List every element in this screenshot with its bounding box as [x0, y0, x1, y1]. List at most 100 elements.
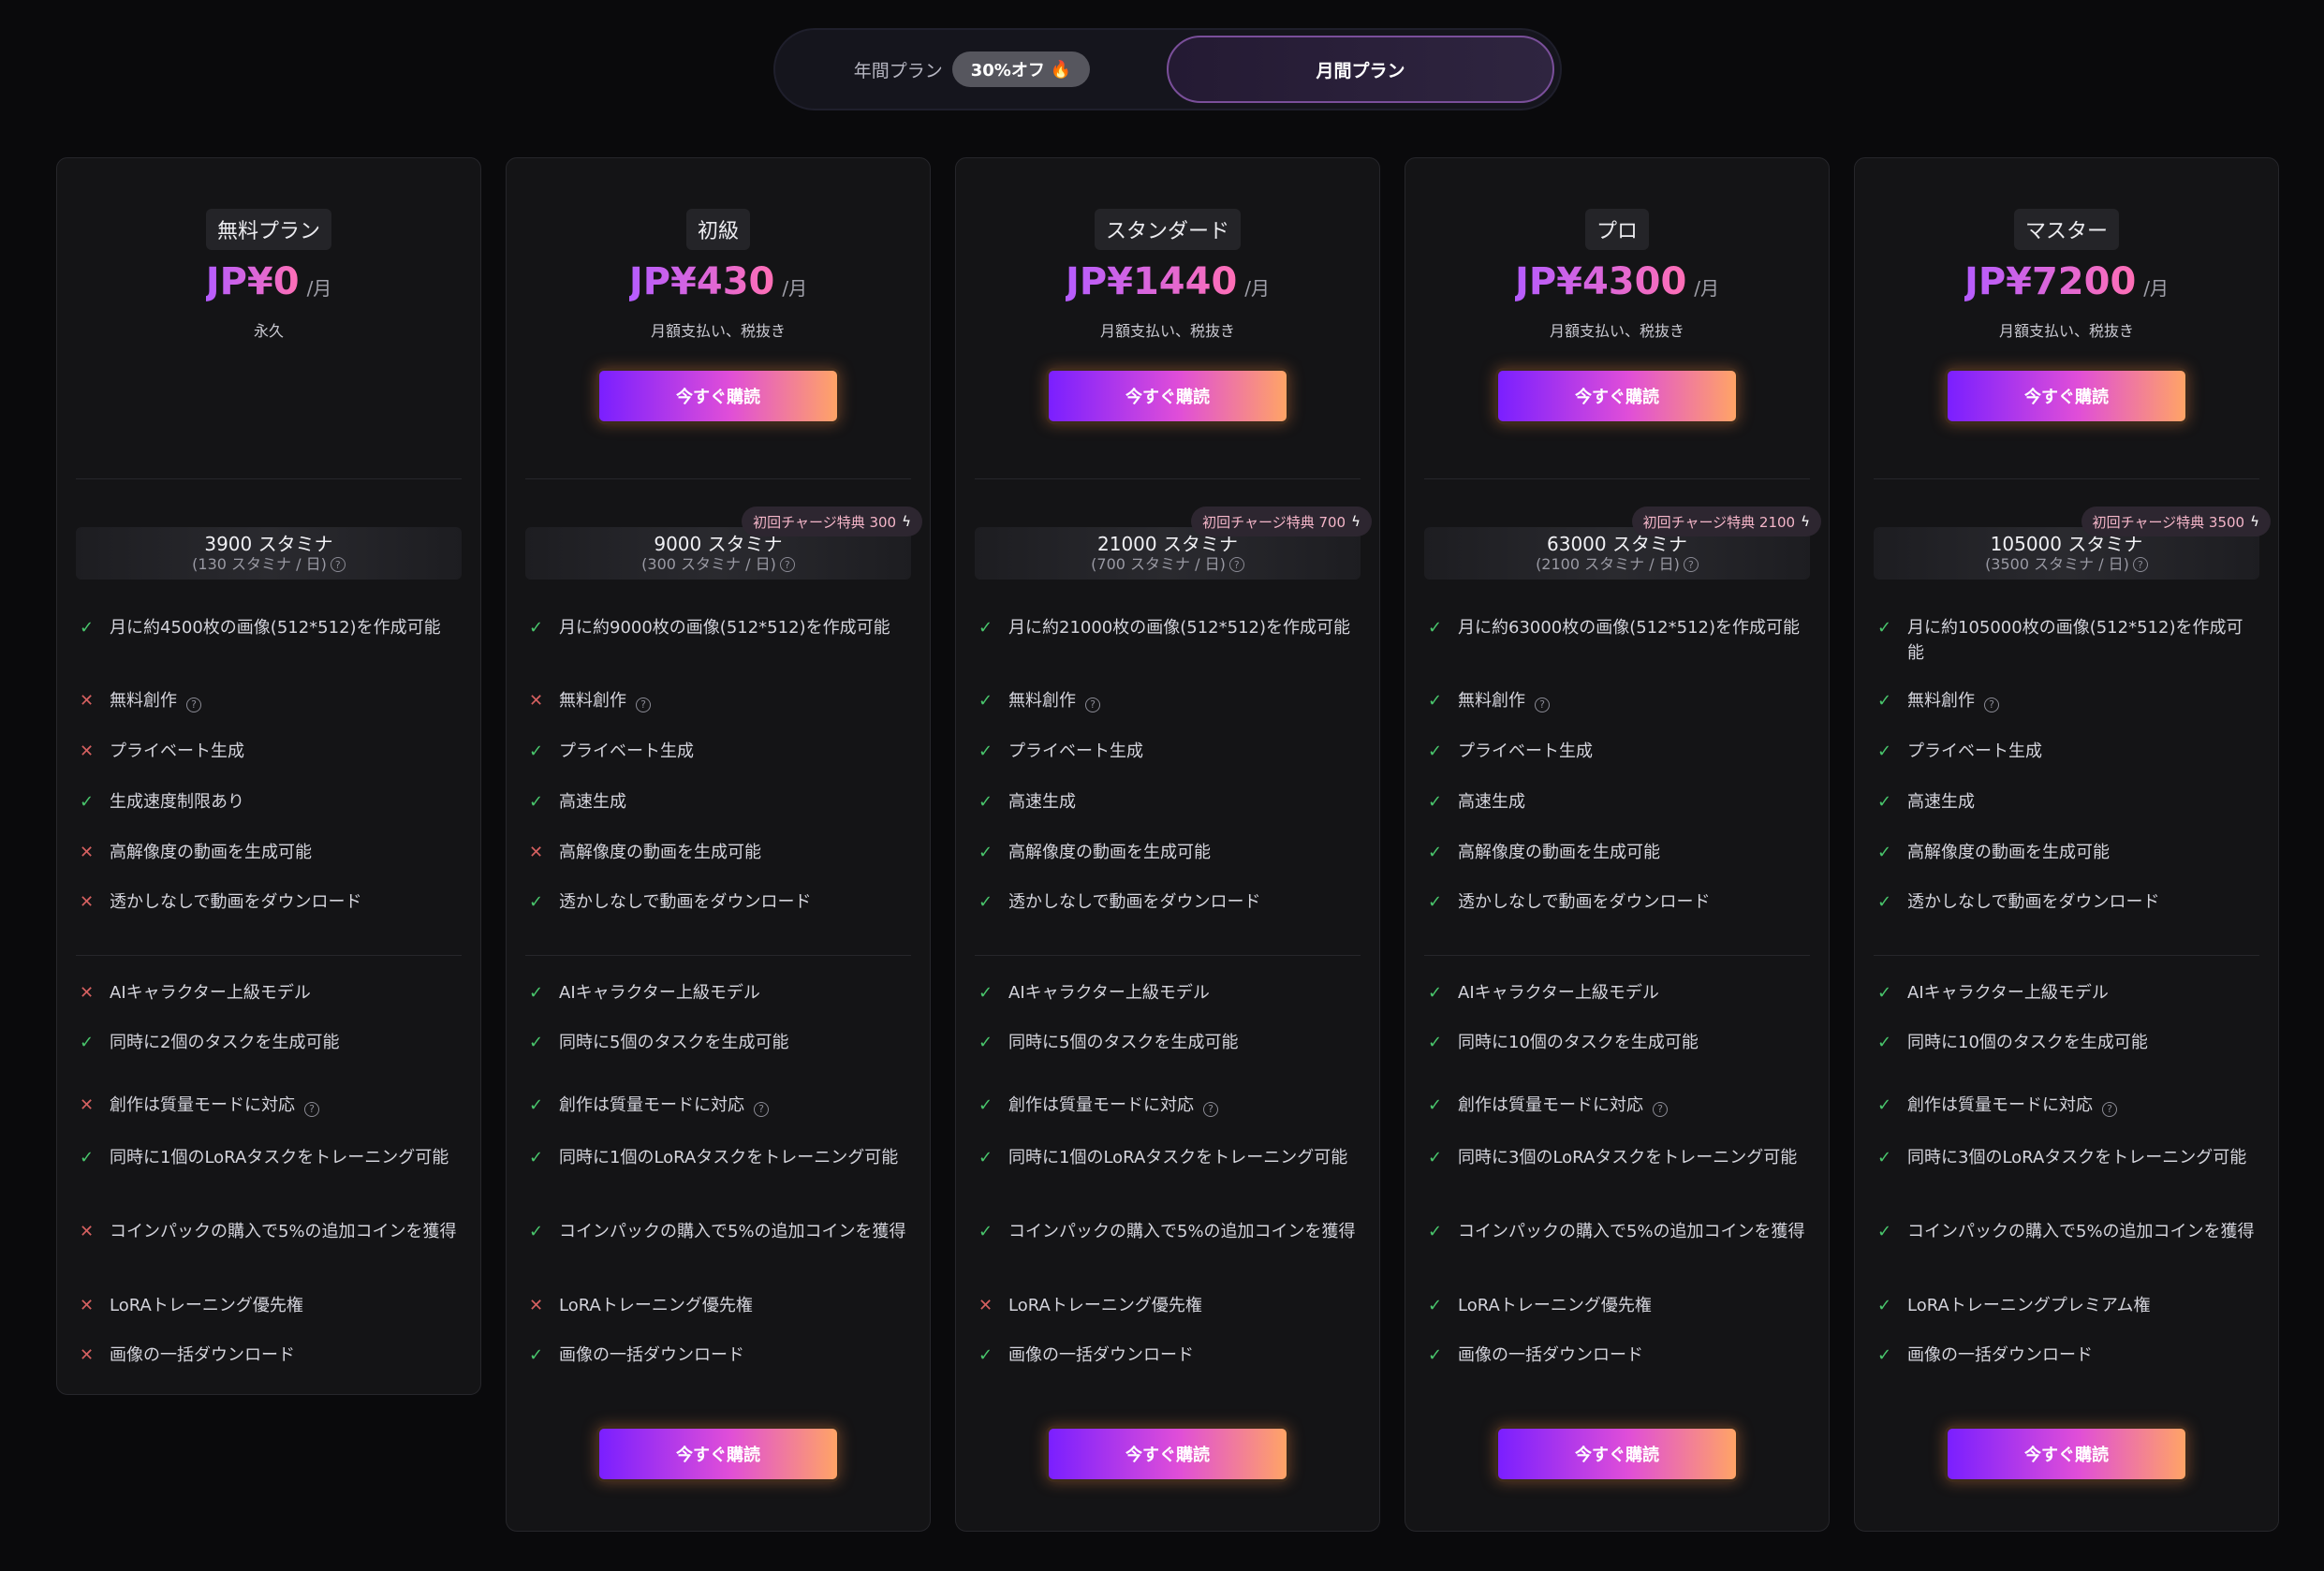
- price-row: JP¥430/月: [525, 250, 911, 314]
- feature-label: 高解像度の動画を生成可能: [559, 840, 780, 865]
- feature-label: LoRAトレーニング優先権: [1008, 1293, 1221, 1318]
- price-period: /月: [306, 276, 332, 300]
- subscribe-button[interactable]: 今すぐ購読: [1495, 368, 1739, 424]
- help-icon[interactable]: ?: [754, 1101, 769, 1117]
- feature-item: ✓ 月に約63000枚の画像(512*512)を作成可能: [1405, 615, 1829, 640]
- feature-item: ✓ 画像の一括ダウンロード: [507, 1343, 930, 1368]
- lightning-icon: ϟ: [2250, 513, 2259, 530]
- plan-price: JP¥7200: [1964, 260, 2137, 303]
- subscribe-button-bottom[interactable]: 今すぐ購読: [1945, 1426, 2188, 1482]
- help-icon[interactable]: ?: [779, 557, 795, 572]
- feature-text: AIキャラクター上級モデル: [1008, 983, 1210, 1003]
- help-icon[interactable]: ?: [1653, 1101, 1668, 1117]
- feature-text: 創作は質量モードに対応: [110, 1095, 295, 1115]
- feature-label: 透かしなしで動画をダウンロード: [1008, 889, 1279, 915]
- feature-text: コインパックの購入で5%の追加コインを獲得: [1907, 1222, 2255, 1241]
- feature-label: 創作は質量モードに対応?: [1008, 1093, 1237, 1118]
- feature-label: LoRAトレーニング優先権: [110, 1293, 322, 1318]
- help-icon[interactable]: ?: [1535, 697, 1550, 712]
- help-icon[interactable]: ?: [636, 697, 651, 712]
- feature-label: 画像の一括ダウンロード: [1008, 1343, 1213, 1368]
- feature-item: ✓ 画像の一括ダウンロード: [1855, 1343, 2278, 1368]
- check-icon: ✓: [1877, 1033, 1892, 1052]
- check-icon: ✓: [1428, 1345, 1443, 1365]
- feature-label: 無料創作?: [1907, 688, 2018, 713]
- feature-label: 画像の一括ダウンロード: [559, 1343, 763, 1368]
- check-icon: ✓: [978, 1222, 993, 1241]
- feature-item: ✓ プライベート生成: [1855, 739, 2278, 764]
- check-icon: ✓: [978, 892, 993, 912]
- help-icon[interactable]: ?: [1085, 697, 1100, 712]
- cross-icon: ✕: [80, 983, 95, 1003]
- help-icon[interactable]: ?: [1203, 1101, 1218, 1117]
- cross-icon: ✕: [80, 892, 95, 912]
- feature-text: 創作は質量モードに対応: [1458, 1095, 1643, 1115]
- check-icon: ✓: [978, 618, 993, 638]
- check-icon: ✓: [80, 792, 95, 812]
- subscribe-button-bottom[interactable]: 今すぐ購読: [1495, 1426, 1739, 1482]
- divider: [1424, 478, 1810, 479]
- feature-text: 同時に5個のタスクを生成可能: [559, 1033, 789, 1052]
- stamina-box: 63000 スタミナ (2100 スタミナ / 日)? 初回チャージ特典 2100 ϟ: [1424, 507, 1821, 580]
- feature-text: 高速生成: [1008, 792, 1076, 812]
- feature-label: プライベート生成: [1458, 739, 1611, 764]
- feature-text: 月に約9000枚の画像(512*512)を作成可能: [559, 618, 890, 638]
- feature-text: 同時に2個のタスクを生成可能: [110, 1033, 340, 1052]
- feature-label: 無料創作?: [1008, 688, 1119, 713]
- check-icon: ✓: [1877, 1222, 1892, 1241]
- help-icon[interactable]: ?: [2102, 1101, 2117, 1117]
- feature-text: 無料創作: [1458, 691, 1525, 711]
- check-icon: ✓: [529, 792, 544, 812]
- feature-label: 画像の一括ダウンロード: [1458, 1343, 1662, 1368]
- feature-text: 月に約105000枚の画像(512*512)を作成可能: [1907, 618, 2243, 663]
- feature-label: 生成速度制限あり: [110, 789, 263, 815]
- feature-item: ✓ 無料創作?: [956, 688, 1379, 713]
- feature-item: ✓ 無料創作?: [1855, 688, 2278, 713]
- feature-item: ✓ 生成速度制限あり: [57, 789, 480, 815]
- feature-item: ✓ コインパックの購入で5%の追加コインを獲得: [956, 1219, 1379, 1244]
- help-icon[interactable]: ?: [1984, 697, 1999, 712]
- help-icon[interactable]: ?: [186, 697, 201, 712]
- feature-label: 月に約63000枚の画像(512*512)を作成可能: [1458, 615, 1818, 640]
- subscribe-button[interactable]: 今すぐ購読: [596, 368, 840, 424]
- feature-item: ✕ AIキャラクター上級モデル: [57, 980, 480, 1006]
- help-icon[interactable]: ?: [2132, 557, 2148, 572]
- check-icon: ✓: [1877, 892, 1892, 912]
- feature-text: 透かしなしで動画をダウンロード: [1458, 892, 1711, 912]
- feature-text: 創作は質量モードに対応: [1008, 1095, 1194, 1115]
- plan-name: 無料プラン: [205, 209, 331, 250]
- price-period: /月: [1244, 276, 1271, 300]
- subscribe-button-bottom[interactable]: 今すぐ購読: [1046, 1426, 1289, 1482]
- help-icon[interactable]: ?: [330, 557, 346, 572]
- monthly-plan-option[interactable]: 月間プラン: [1167, 36, 1554, 103]
- subscribe-button-bottom[interactable]: 今すぐ購読: [596, 1426, 840, 1482]
- cross-icon: ✕: [80, 1345, 95, 1365]
- feature-label: 同時に5個のタスクを生成可能: [1008, 1030, 1257, 1055]
- check-icon: ✓: [1877, 983, 1892, 1003]
- help-icon[interactable]: ?: [1228, 557, 1244, 572]
- subscribe-button[interactable]: 今すぐ購読: [1046, 368, 1289, 424]
- price-row: JP¥0/月: [76, 250, 462, 314]
- feature-label: プライベート生成: [559, 739, 713, 764]
- check-icon: ✓: [529, 1033, 544, 1052]
- feature-label: 高速生成: [1008, 789, 1095, 815]
- help-icon[interactable]: ?: [304, 1101, 319, 1117]
- cross-icon: ✕: [80, 1296, 95, 1315]
- feature-text: AIキャラクター上級モデル: [1907, 983, 2109, 1003]
- stamina-daily: (2100 スタミナ / 日)?: [1536, 555, 1699, 574]
- divider: [1424, 955, 1810, 956]
- plan-card-content: プロ JP¥4300/月 月額支払い、税抜き 今すぐ購読 63000 スタミナ (2100…: [1405, 158, 1829, 1531]
- check-icon: ✓: [1428, 618, 1443, 638]
- yearly-plan-option[interactable]: 年間プラン 30%オフ 🔥: [775, 30, 1169, 109]
- check-icon: ✓: [1877, 741, 1892, 761]
- feature-label: 透かしなしで動画をダウンロード: [559, 889, 830, 915]
- plan-card-content: 無料プラン JP¥0/月 永久 3900 スタミナ (130 スタミナ / 日)? ✓ 月に…: [57, 158, 480, 1394]
- check-icon: ✓: [529, 1148, 544, 1167]
- discount-label: 30%オフ: [970, 61, 1045, 81]
- check-icon: ✓: [80, 618, 95, 638]
- help-icon[interactable]: ?: [1683, 557, 1699, 572]
- feature-text: LoRAトレーニング優先権: [559, 1296, 753, 1315]
- subscribe-button[interactable]: 今すぐ購読: [1945, 368, 2188, 424]
- feature-item: ✓ 創作は質量モードに対応?: [1855, 1093, 2278, 1118]
- feature-label: 透かしなしで動画をダウンロード: [1907, 889, 2178, 915]
